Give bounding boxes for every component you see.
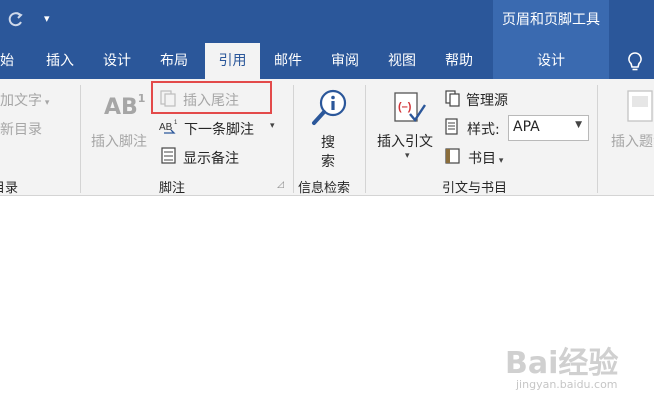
svg-text:1: 1	[174, 120, 178, 126]
show-notes-icon	[161, 147, 176, 164]
footnotes-group-label: 脚注	[159, 181, 186, 196]
tab-design[interactable]: 设计	[103, 43, 131, 79]
title-bar: ▾ 页眉和页脚工具	[0, 0, 654, 43]
quick-access-customize-icon[interactable]: ▾	[44, 12, 50, 25]
next-footnote-icon: AB 1	[159, 120, 178, 134]
insert-endnote-icon	[160, 90, 176, 107]
tab-help[interactable]: 帮助	[445, 43, 473, 79]
insert-caption-icon	[627, 90, 653, 122]
lightbulb-icon[interactable]	[625, 51, 645, 73]
dialog-launcher-icon[interactable]: ◿	[277, 180, 284, 190]
tab-references[interactable]: 引用	[205, 43, 260, 79]
search-button-line1[interactable]: 搜	[321, 132, 335, 152]
research-group-label: 信息检索	[298, 181, 351, 196]
citations-group-label: 引文与书目	[442, 181, 508, 196]
tab-mailings[interactable]: 邮件	[274, 43, 302, 79]
footnote-ab-icon: AB1	[104, 91, 146, 120]
tab-home[interactable]: 开始	[0, 43, 20, 79]
baidu-watermark: Bai经验	[505, 346, 619, 381]
style-icon	[445, 118, 458, 135]
search-button-line2[interactable]: 索	[321, 151, 335, 171]
tab-review[interactable]: 审阅	[331, 43, 359, 79]
context-tab-group-header: 页眉和页脚工具	[493, 0, 609, 43]
tab-insert[interactable]: 插入	[46, 43, 74, 79]
redo-icon[interactable]	[6, 9, 26, 29]
style-label: 样式:	[467, 122, 500, 138]
tab-view[interactable]: 视图	[388, 43, 416, 79]
insert-citation-button[interactable]: 插入引文	[377, 131, 433, 151]
toc-group-label: 目录	[0, 181, 19, 196]
manage-sources-icon	[445, 90, 460, 107]
group-separator	[597, 85, 598, 193]
citation-style-select[interactable]: APA ▼	[508, 115, 589, 141]
add-text-button[interactable]: 添加文字 ▾	[0, 90, 49, 110]
manage-sources-button[interactable]: 管理源	[466, 90, 508, 110]
insert-citation-dropdown-icon[interactable]: ▾	[405, 151, 410, 161]
search-info-icon	[312, 89, 347, 125]
bibliography-button[interactable]: 书目 ▾	[468, 148, 503, 168]
svg-text:AB: AB	[159, 122, 173, 133]
bibliography-icon	[445, 148, 460, 164]
group-separator	[293, 85, 294, 193]
baidu-watermark-url: jingyan.baidu.com	[516, 378, 618, 391]
chevron-down-icon: ▼	[575, 120, 582, 130]
group-separator	[80, 85, 81, 193]
svg-text:(–): (–)	[398, 101, 412, 113]
update-toc-button[interactable]: 更新目录	[0, 119, 42, 139]
show-notes-button[interactable]: 显示备注	[183, 148, 239, 168]
tab-header-footer-design[interactable]: 设计	[493, 43, 609, 79]
next-footnote-dropdown-icon[interactable]: ▾	[270, 121, 275, 131]
next-footnote-button[interactable]: 下一条脚注	[184, 119, 254, 139]
insert-endnote-button[interactable]: 插入尾注	[183, 90, 239, 110]
group-separator	[365, 85, 366, 193]
insert-footnote-label: 插入脚注	[91, 134, 147, 150]
citation-style-value: APA	[513, 119, 540, 135]
tab-layout[interactable]: 布局	[160, 43, 188, 79]
insert-caption-button[interactable]: 插入题注	[611, 131, 654, 151]
ribbon-panel: 添加文字 ▾ 更新目录 目录 AB1 插入脚注 插入尾注 AB 1 下一条脚注 …	[0, 79, 654, 196]
ribbon-tab-bar: 开始 插入 设计 布局 引用 邮件 审阅 视图 帮助 设计	[0, 43, 654, 79]
insert-citation-icon: (–)	[394, 92, 426, 123]
